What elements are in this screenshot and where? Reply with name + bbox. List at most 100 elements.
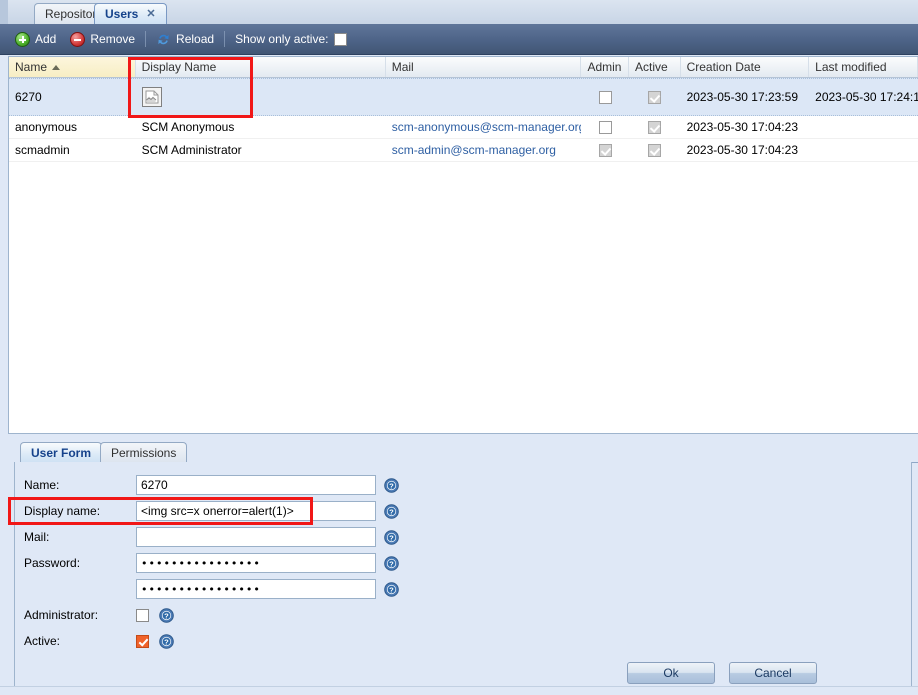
table-row[interactable]: 6270 2023-05-30 17:23:59 2023-05-30 17:2… <box>9 78 918 116</box>
form-row-password-confirm: ? <box>24 576 911 602</box>
help-question-circle-icon[interactable]: ? <box>384 581 399 597</box>
help-question-circle-icon[interactable]: ? <box>384 503 399 519</box>
help-question-circle-icon[interactable]: ? <box>384 477 399 493</box>
cell-mail <box>386 79 582 115</box>
administrator-checkbox[interactable] <box>136 608 149 622</box>
cell-name: scmadmin <box>15 143 70 157</box>
form-row-display-name: Display name: ? <box>24 498 911 524</box>
table-row[interactable]: anonymous SCM Anonymous scm-anonymous@sc… <box>9 116 918 139</box>
form-row-mail: Mail: ? <box>24 524 911 550</box>
reload-button[interactable]: Reload <box>149 28 221 50</box>
cell-mail[interactable]: scm-anonymous@scm-manager.org <box>386 116 582 138</box>
tabstrip-left-edge <box>0 0 8 24</box>
cell-admin <box>581 79 629 115</box>
add-button[interactable]: Add <box>8 28 63 50</box>
column-header-last-modified[interactable]: Last modified <box>809 57 918 77</box>
remove-button-label: Remove <box>90 32 136 46</box>
toolbar-separator <box>145 31 147 47</box>
user-form: Name: ? Display name: <box>14 462 912 695</box>
administrator-control: ? <box>136 607 174 623</box>
sort-ascending-icon <box>52 64 61 70</box>
help-question-circle-icon[interactable]: ? <box>159 607 174 623</box>
column-header-name[interactable]: Name <box>9 57 136 77</box>
window-footer <box>0 686 918 695</box>
help-question-circle-icon[interactable]: ? <box>384 555 399 571</box>
cell-active <box>629 79 681 115</box>
tab-user-form-label: User Form <box>31 445 92 460</box>
tab-user-form[interactable]: User Form <box>20 442 103 462</box>
show-only-active-checkbox[interactable] <box>334 32 348 46</box>
column-header-display-name-label: Display Name <box>141 60 217 74</box>
column-header-creation-date-label: Creation Date <box>686 60 761 74</box>
tab-permissions-label: Permissions <box>111 445 177 460</box>
cell-last-modified <box>809 116 918 138</box>
help-question-circle-icon[interactable]: ? <box>159 633 174 649</box>
show-only-active-control[interactable]: Show only active: <box>228 28 354 50</box>
plus-circle-green-icon <box>15 31 30 47</box>
tab-permissions[interactable]: Permissions <box>100 442 188 462</box>
cell-display-name: SCM Administrator <box>141 143 242 157</box>
cell-creation-date: 2023-05-30 17:23:59 <box>686 90 798 104</box>
svg-text:?: ? <box>389 481 394 490</box>
form-row-name: Name: ? <box>24 472 911 498</box>
password-input[interactable] <box>136 553 376 573</box>
main-tabstrip: Repositories Users ✕ <box>0 0 918 25</box>
admin-checkbox <box>598 90 612 104</box>
admin-checkbox <box>598 120 612 134</box>
remove-button[interactable]: Remove <box>63 28 142 50</box>
toolbar-separator-2 <box>224 31 226 47</box>
column-header-admin[interactable]: Admin <box>581 57 630 77</box>
help-question-circle-icon[interactable]: ? <box>384 529 399 545</box>
name-label: Name: <box>24 478 60 492</box>
active-control: ? <box>136 633 174 649</box>
form-row-administrator: Administrator: ? <box>24 602 911 628</box>
table-row[interactable]: scmadmin SCM Administrator scm-admin@scm… <box>9 139 918 162</box>
cell-last-modified: 2023-05-30 17:24:14 <box>815 90 918 104</box>
mail-input[interactable] <box>136 527 376 547</box>
admin-checkbox <box>598 143 612 157</box>
form-row-password: Password: ? <box>24 550 911 576</box>
password-confirm-input[interactable] <box>136 579 376 599</box>
column-header-mail-label: Mail <box>391 60 414 74</box>
column-header-mail[interactable]: Mail <box>386 57 582 77</box>
cell-mail[interactable]: scm-admin@scm-manager.org <box>386 139 582 161</box>
svg-text:?: ? <box>389 585 394 594</box>
svg-text:?: ? <box>389 559 394 568</box>
active-checkbox <box>648 143 662 157</box>
reload-button-label: Reload <box>176 32 215 46</box>
column-header-active-label: Active <box>635 60 668 74</box>
display-name-input[interactable] <box>136 501 376 521</box>
scm-manager-window: Repositories Users ✕ Add Remove Reload S… <box>0 0 918 695</box>
add-button-label: Add <box>35 32 57 46</box>
column-header-active[interactable]: Active <box>629 57 681 77</box>
cell-admin <box>581 139 629 161</box>
mail-label: Mail: <box>24 530 50 544</box>
cell-display-name <box>136 79 386 115</box>
ok-button[interactable]: Ok <box>627 662 715 684</box>
svg-text:?: ? <box>389 507 394 516</box>
tab-users[interactable]: Users ✕ <box>94 3 167 24</box>
column-header-display-name[interactable]: Display Name <box>136 57 386 77</box>
detail-panel: User Form Permissions Name: ? <box>8 440 918 695</box>
column-header-last-modified-label: Last modified <box>815 60 887 74</box>
cell-display-name: SCM Anonymous <box>141 120 235 134</box>
active-checkbox <box>648 120 662 134</box>
users-grid: Name Display Name Mail Admin Active Crea… <box>8 56 918 434</box>
column-header-admin-label: Admin <box>587 60 622 74</box>
cell-last-modified <box>809 139 918 161</box>
column-header-creation-date[interactable]: Creation Date <box>681 57 810 77</box>
cell-admin <box>581 116 629 138</box>
password-label: Password: <box>24 556 81 570</box>
tab-users-label: Users <box>105 7 139 21</box>
close-icon[interactable]: ✕ <box>146 8 155 20</box>
svg-text:?: ? <box>389 533 394 542</box>
cell-creation-date: 2023-05-30 17:04:23 <box>686 120 798 134</box>
active-checkbox <box>648 90 662 104</box>
name-input[interactable] <box>136 475 376 495</box>
column-header-name-label: Name <box>15 60 48 74</box>
active-checkbox[interactable] <box>136 634 149 648</box>
cancel-button[interactable]: Cancel <box>729 662 817 684</box>
display-name-label: Display name: <box>24 504 101 518</box>
svg-text:?: ? <box>164 637 169 646</box>
form-row-active: Active: ? <box>24 628 911 654</box>
